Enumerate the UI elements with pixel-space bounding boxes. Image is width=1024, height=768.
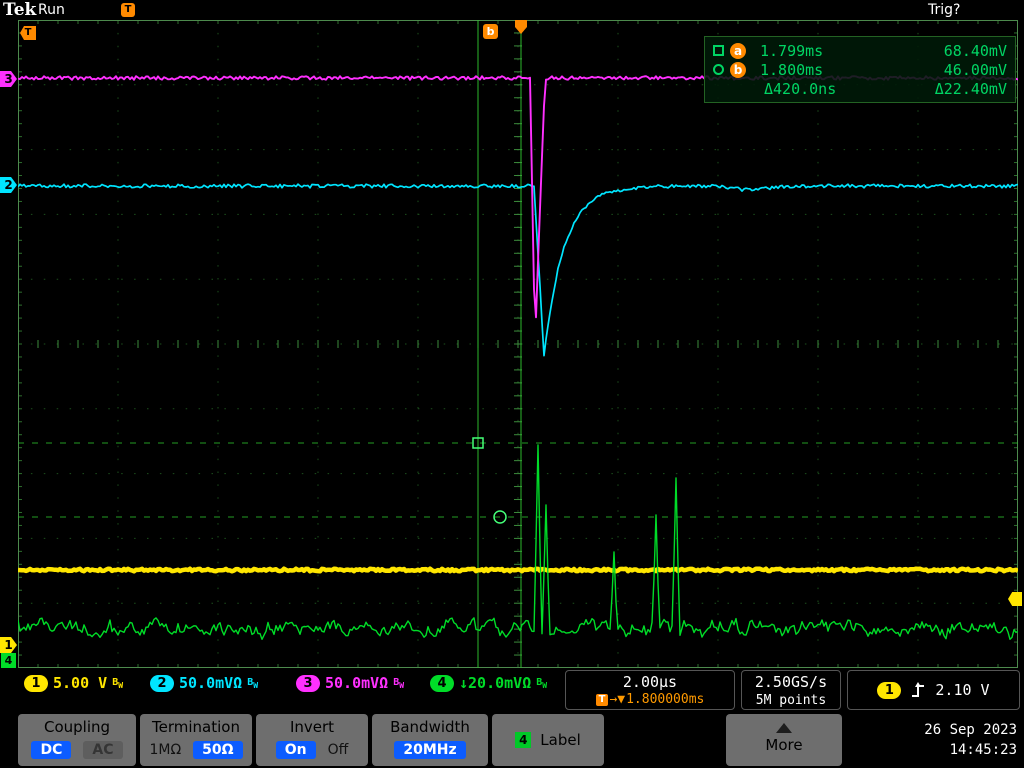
cursor-a-badge: a [730, 42, 746, 59]
trigger-source-badge: 1 [877, 681, 902, 699]
more-button[interactable]: More [726, 714, 842, 766]
bandwidth-limit-icon: BW [247, 676, 259, 690]
datetime-display: 26 Sep 2023 14:45:23 [900, 714, 1022, 766]
coupling-label: Coupling [43, 718, 111, 736]
ch3-badge: 3 [296, 674, 320, 692]
more-up-arrow-icon [776, 723, 792, 733]
ch1-scale: 5.00 V [53, 674, 108, 692]
date-text: 26 Sep 2023 [924, 722, 1017, 738]
cursor-b-volt: 46.00mV [943, 60, 1007, 79]
bandwidth-button[interactable]: Bandwidth 20MHz [372, 714, 488, 766]
coupling-dc-option[interactable]: DC [31, 741, 72, 759]
waveform-display[interactable]: b a 1.799ms 68.40mV b 1.800ms 46.00mV Δ4… [18, 20, 1018, 668]
trigger-t-icon: T [595, 693, 609, 706]
ch1-readout[interactable]: 1 5.00 V BW [24, 674, 123, 692]
cursor-delta-row: Δ420.0ns Δ22.40mV [713, 79, 1007, 98]
channel-1-position-marker[interactable]: 1 [0, 637, 17, 653]
top-status-bar: Tek Run T Trig? [0, 0, 1024, 20]
tek-logo: Tek [3, 0, 37, 20]
invert-button[interactable]: Invert On Off [256, 714, 368, 766]
cursor-b-row: b 1.800ms 46.00mV [713, 60, 1007, 79]
ch4-readout[interactable]: 4 ↓20.0mVΩ BW [430, 674, 547, 692]
channel-3-position-marker[interactable]: 3 [0, 71, 17, 87]
more-button-text: More [765, 736, 803, 754]
cursor-b-badge: b [730, 61, 746, 78]
horizontal-readout[interactable]: 2.00μs T →▼ 1.800000ms [565, 670, 735, 710]
time-text: 14:45:23 [949, 742, 1017, 759]
channel-4-position-marker[interactable]: 4 [1, 653, 16, 668]
cursor-a-row: a 1.799ms 68.40mV [713, 41, 1007, 60]
oscilloscope-screen: Tek Run T Trig? b a 1.799ms 68.40mV b 1.… [0, 0, 1024, 768]
label-button-text: Label [540, 731, 581, 749]
invert-label: Invert [289, 718, 335, 736]
cursor-a-volt: 68.40mV [943, 41, 1007, 60]
acquisition-readout[interactable]: 2.50GS/s 5M points [741, 670, 841, 710]
trigger-delay-arrow-icon: →▼ [609, 692, 626, 707]
cursor-readout: a 1.799ms 68.40mV b 1.800ms 46.00mV Δ420… [704, 36, 1016, 103]
termination-label: Termination [152, 718, 240, 736]
trigger-level-value: 2.10 V [935, 681, 990, 699]
invert-off-option[interactable]: Off [328, 742, 349, 758]
ch1-badge: 1 [24, 674, 48, 692]
cursor-b-time: 1.800ms [760, 60, 824, 79]
ch3-scale: 50.0mVΩ [325, 674, 389, 692]
label-channel-badge: 4 [515, 732, 532, 748]
ch2-scale: 50.0mVΩ [179, 674, 243, 692]
termination-50ohm-option[interactable]: 50Ω [193, 741, 243, 759]
invert-on-option[interactable]: On [275, 741, 316, 759]
bandwidth-limit-icon: BW [112, 676, 124, 690]
bandwidth-value-option[interactable]: 20MHz [394, 741, 466, 759]
coupling-ac-option[interactable]: AC [83, 741, 123, 759]
termination-button[interactable]: Termination 1MΩ 50Ω [140, 714, 252, 766]
rising-edge-icon [912, 682, 925, 697]
trigger-record-marker-icon: T [121, 3, 135, 17]
trigger-status: Trig? [928, 2, 961, 18]
channel-2-position-marker[interactable]: 2 [0, 177, 17, 193]
acquisition-status: Run [38, 2, 65, 18]
ch3-readout[interactable]: 3 50.0mVΩ BW [296, 674, 404, 692]
cursor-a-square-icon [713, 45, 724, 56]
trigger-delay-readout: T →▼ 1.800000ms [566, 692, 734, 707]
sample-rate: 2.50GS/s [754, 673, 828, 691]
ch4-badge: 4 [430, 674, 454, 692]
bandwidth-limit-icon: BW [536, 676, 548, 690]
cursor-a-time: 1.799ms [760, 41, 824, 60]
cursor-b-circle-icon [713, 64, 724, 75]
label-button[interactable]: 4 Label [492, 714, 604, 766]
ch2-readout[interactable]: 2 50.0mVΩ BW [150, 674, 258, 692]
bandwidth-label: Bandwidth [390, 718, 470, 736]
cursor-b-flag[interactable]: b [483, 24, 498, 39]
ch2-badge: 2 [150, 674, 174, 692]
bandwidth-limit-icon: BW [393, 676, 405, 690]
record-length: 5M points [755, 693, 827, 708]
termination-1meg-option[interactable]: 1MΩ [149, 742, 181, 758]
cursor-delta-volt: Δ22.40mV [934, 79, 1007, 98]
trigger-readout[interactable]: 1 2.10 V [847, 670, 1020, 710]
trigger-delay-value: 1.800000ms [626, 692, 705, 707]
cursor-delta-time: Δ420.0ns [764, 79, 837, 98]
coupling-button[interactable]: Coupling DC AC [18, 714, 136, 766]
ch4-scale: ↓20.0mVΩ [459, 674, 532, 692]
readout-bar: 1 5.00 V BW 2 50.0mVΩ BW 3 50.0mVΩ BW 4 … [0, 668, 1024, 712]
bottom-menu: Coupling DC AC Termination 1MΩ 50Ω Inver… [0, 712, 1024, 768]
graticule-svg [18, 20, 1018, 668]
timebase-value: 2.00μs [622, 673, 678, 691]
